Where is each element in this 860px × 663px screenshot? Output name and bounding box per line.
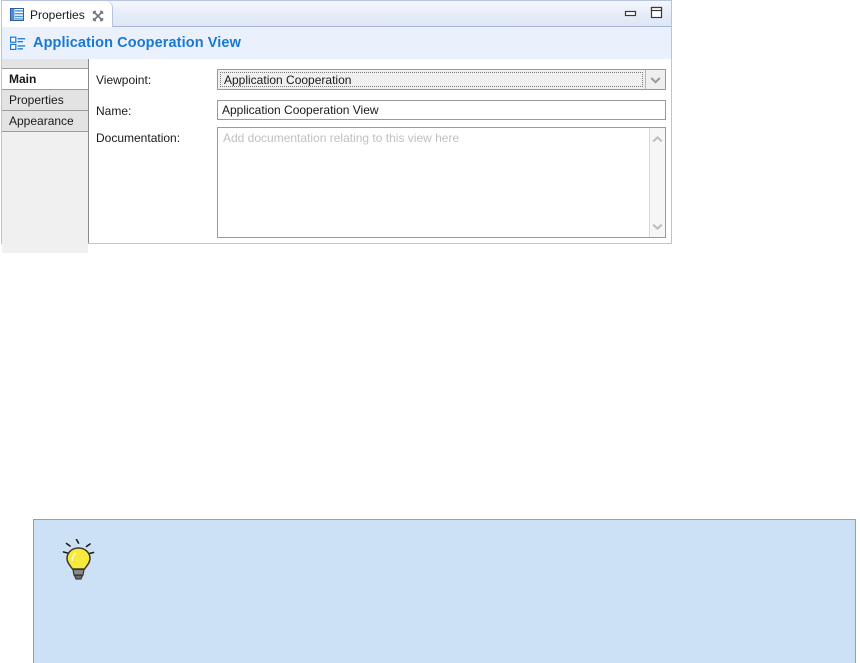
properties-body: Main Properties Appearance Viewpoint: Ap… — [1, 59, 672, 253]
side-tab-top-strip — [2, 59, 88, 69]
name-input[interactable]: Application Cooperation View — [217, 100, 666, 120]
side-tab-filler — [2, 132, 88, 253]
close-icon[interactable] — [92, 9, 104, 21]
documentation-label: Documentation: — [96, 131, 181, 145]
chevron-down-icon[interactable] — [645, 70, 665, 89]
properties-table-icon — [10, 8, 24, 21]
minimize-icon[interactable] — [624, 6, 637, 24]
documentation-textarea[interactable]: Add documentation relating to this view … — [217, 127, 666, 238]
side-tab-appearance-label: Appearance — [9, 114, 74, 128]
side-tab-properties-label: Properties — [9, 93, 64, 107]
chevron-down-icon[interactable] — [652, 217, 663, 235]
side-tab-list: Main Properties Appearance — [2, 59, 89, 253]
name-label: Name: — [96, 104, 132, 118]
side-tab-main-label: Main — [9, 72, 37, 86]
documentation-placeholder: Add documentation relating to this view … — [223, 131, 460, 145]
window-buttons — [624, 1, 663, 28]
properties-form: Viewpoint: Application Cooperation Name:… — [89, 59, 671, 243]
tip-callout-box — [33, 519, 856, 663]
side-tab-appearance[interactable]: Appearance — [2, 111, 88, 132]
properties-view-panel: Properties Application Cooperation View … — [1, 0, 672, 253]
documentation-scrollbar[interactable] — [649, 128, 665, 237]
chevron-up-icon[interactable] — [652, 130, 663, 148]
lightbulb-icon — [60, 538, 100, 584]
view-list-icon — [10, 36, 26, 51]
view-tab-strip: Properties — [1, 0, 672, 28]
name-input-value: Application Cooperation View — [222, 103, 379, 117]
viewpoint-combo-value: Application Cooperation — [220, 72, 643, 87]
tab-properties-label: Properties — [30, 7, 85, 22]
viewpoint-combo[interactable]: Application Cooperation — [217, 69, 666, 90]
maximize-icon[interactable] — [650, 6, 663, 24]
side-tab-properties[interactable]: Properties — [2, 90, 88, 111]
side-tab-main[interactable]: Main — [2, 69, 88, 90]
view-header-band: Application Cooperation View — [1, 27, 672, 59]
viewpoint-label: Viewpoint: — [96, 73, 152, 87]
tab-properties[interactable]: Properties — [2, 1, 113, 28]
page-title: Application Cooperation View — [33, 35, 241, 51]
